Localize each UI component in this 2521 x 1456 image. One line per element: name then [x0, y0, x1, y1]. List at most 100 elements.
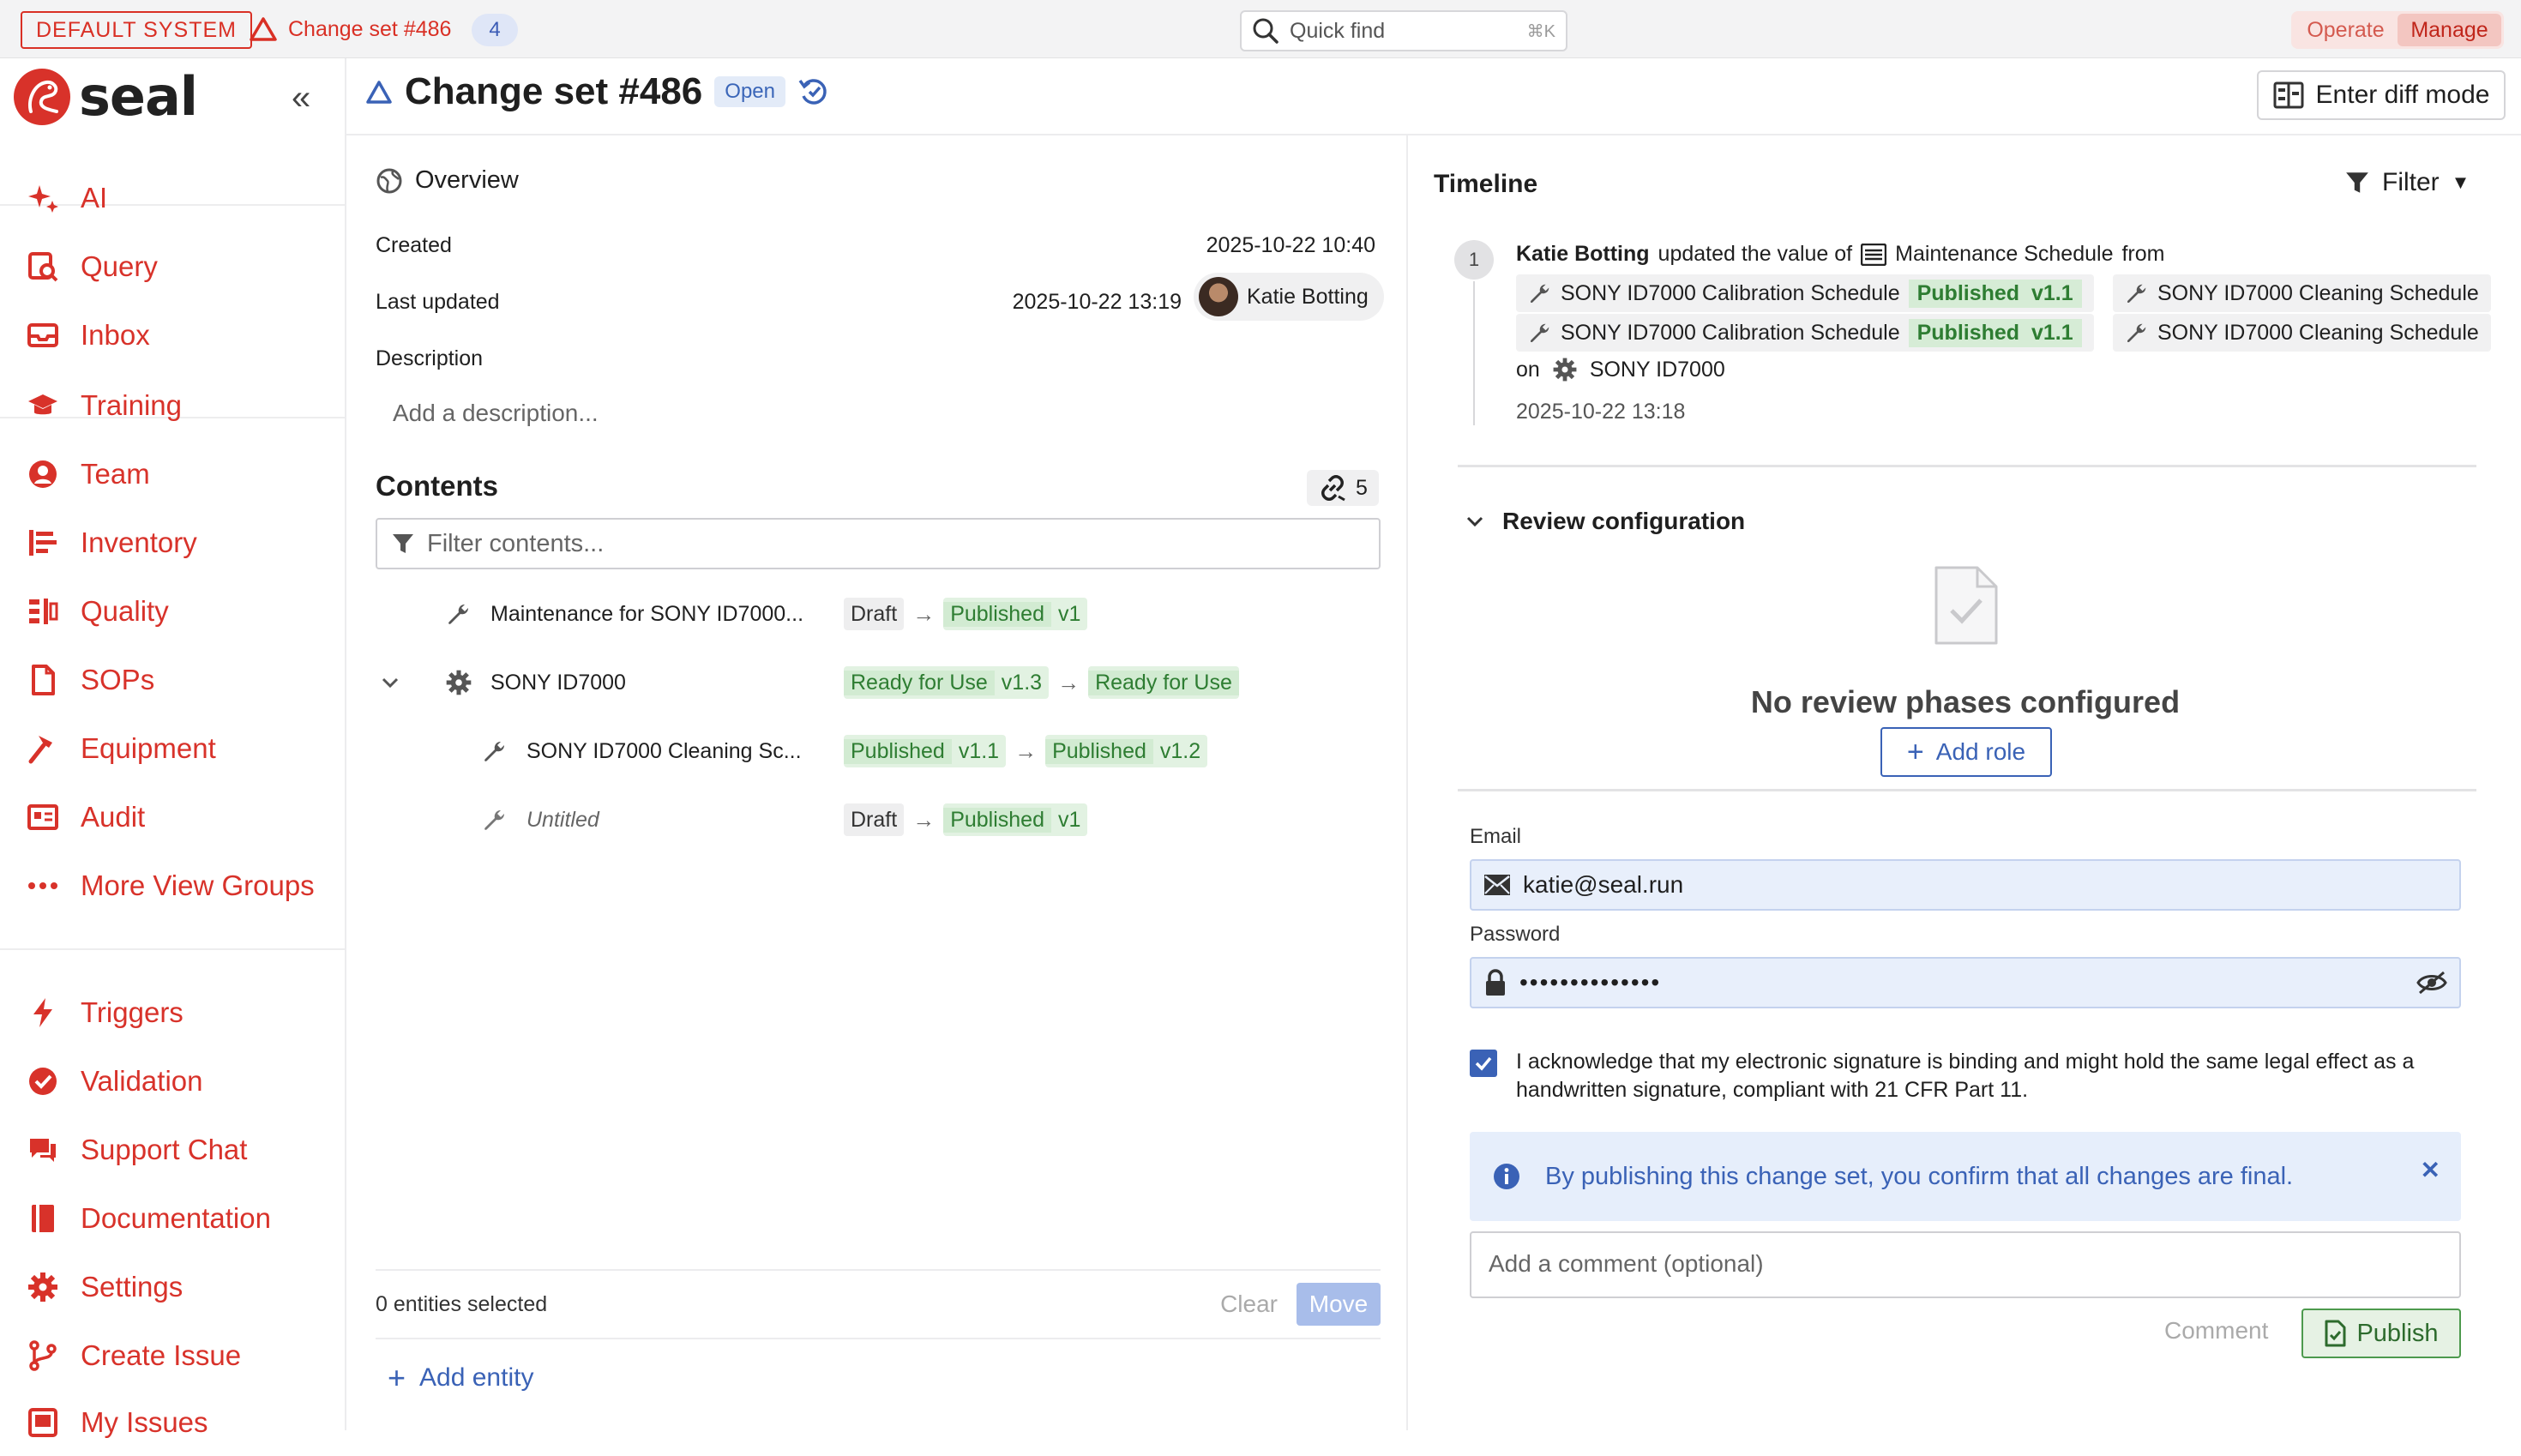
sidebar-item-sops[interactable]: SOPs: [0, 647, 345, 713]
entity-reference[interactable]: SONY ID7000 Calibration Schedule Publish…: [1516, 314, 2094, 352]
empty-document-icon: [1934, 566, 1998, 645]
sidebar-item-ai[interactable]: AI: [0, 165, 345, 232]
enter-diff-mode-button[interactable]: Enter diff mode: [2257, 70, 2506, 120]
check-badge-icon: [26, 1064, 60, 1098]
filter-contents-placeholder: Filter contents...: [427, 529, 605, 557]
sidebar-item-inventory[interactable]: Inventory: [0, 509, 345, 576]
audit-icon: [26, 800, 60, 834]
sidebar-item-triggers[interactable]: Triggers: [0, 979, 345, 1046]
timeline-target-name[interactable]: SONY ID7000: [1590, 358, 1725, 382]
entity-reference[interactable]: SONY ID7000 Cleaning Schedule: [2113, 274, 2491, 312]
filter-contents-input[interactable]: Filter contents...: [376, 518, 1381, 569]
globe-icon: [376, 168, 402, 193]
status-transition: Ready for Use v1.3 → Ready for Use: [844, 666, 1239, 699]
email-field[interactable]: katie@seal.run: [1470, 859, 2461, 911]
sidebar-item-my-issues[interactable]: My Issues: [0, 1389, 345, 1456]
content-row[interactable]: SONY ID7000 Ready for Use v1.3 → Ready fo…: [376, 659, 1381, 707]
sidebar-item-query[interactable]: Query: [0, 233, 345, 300]
linked-entities-badge[interactable]: 5: [1307, 470, 1379, 506]
entity-reference[interactable]: SONY ID7000 Calibration Schedule Publish…: [1516, 274, 2094, 312]
add-entity-label: Add entity: [419, 1363, 534, 1392]
mode-operate[interactable]: Operate: [2294, 14, 2398, 46]
graduation-cap-icon: [26, 388, 60, 423]
history-icon[interactable]: [797, 75, 830, 108]
sidebar-item-inbox[interactable]: Inbox: [0, 302, 345, 369]
to-status: Published: [943, 601, 1051, 627]
timeline-filter-button[interactable]: Filter ▼: [2344, 168, 2470, 197]
content-row[interactable]: Maintenance for SONY ID7000... Draft → P…: [376, 590, 1381, 638]
timeline-action: updated the value of: [1658, 242, 1853, 266]
collapse-sidebar-icon[interactable]: «: [292, 79, 310, 117]
content-row[interactable]: Untitled Draft → Published v1: [376, 796, 1381, 844]
last-updated-value: 2025-10-22 13:19: [1012, 290, 1182, 314]
add-role-button[interactable]: + Add role: [1880, 727, 2052, 777]
plus-icon: +: [388, 1360, 406, 1395]
review-configuration-toggle[interactable]: Review configuration: [1465, 508, 1745, 535]
page-header: Change set #486 Open Enter diff mode: [346, 58, 2521, 135]
sidebar-item-training[interactable]: Training: [0, 372, 345, 439]
updated-by-chip[interactable]: Katie Botting: [1194, 273, 1384, 321]
lightning-icon: [26, 996, 60, 1030]
warning-triangle-icon: [250, 17, 277, 41]
timeline-panel: Timeline Filter ▼ 1 Katie Botting update…: [1410, 135, 2521, 1430]
to-status: Published: [943, 807, 1051, 833]
move-button[interactable]: Move: [1297, 1283, 1381, 1326]
quick-find-input[interactable]: Quick find ⌘K: [1240, 10, 1567, 51]
password-field[interactable]: ••••••••••••••: [1470, 957, 2461, 1008]
close-icon[interactable]: ✕: [2421, 1156, 2440, 1184]
sidebar-item-team[interactable]: Team: [0, 441, 345, 508]
seal-logo[interactable]: seal: [12, 65, 198, 128]
description-label: Description: [376, 346, 484, 370]
sidebar-item-audit[interactable]: Audit: [0, 784, 345, 851]
changeset-indicator[interactable]: Change set #486: [249, 12, 451, 46]
sidebar-item-label: Triggers: [81, 996, 184, 1028]
inbox-icon: [26, 318, 60, 352]
diff-icon: [2273, 81, 2304, 109]
search-icon: [1253, 18, 1279, 44]
comment-button[interactable]: Comment: [2164, 1317, 2268, 1345]
chevron-down-icon[interactable]: [376, 668, 405, 697]
content-name: Maintenance for SONY ID7000...: [490, 601, 804, 626]
timeline-heading: Timeline: [1434, 170, 1538, 198]
timeline-target: on SONY ID7000: [1516, 357, 1725, 382]
overview-title: Overview: [415, 166, 519, 194]
description-input[interactable]: Add a description...: [393, 400, 599, 427]
sidebar-item-label: Create Issue: [81, 1339, 242, 1371]
clear-button[interactable]: Clear: [1220, 1291, 1278, 1318]
sidebar-item-quality[interactable]: Quality: [0, 578, 345, 645]
sidebar-item-equipment[interactable]: Equipment: [0, 715, 345, 782]
sidebar-item-create-issue[interactable]: Create Issue: [0, 1322, 345, 1389]
content-name: SONY ID7000 Cleaning Sc...: [526, 738, 802, 763]
linked-entities-count: 5: [1356, 475, 1368, 500]
changeset-delta-icon: [366, 81, 392, 104]
system-badge[interactable]: DEFAULT SYSTEM: [21, 11, 252, 49]
from-status: Draft: [851, 601, 898, 626]
divider: [1458, 789, 2476, 791]
sidebar-item-label: Support Chat: [81, 1134, 248, 1165]
updated-by-name: Katie Botting: [1247, 284, 1369, 309]
sidebar-item-documentation[interactable]: Documentation: [0, 1185, 345, 1252]
quick-find-placeholder: Quick find: [1290, 18, 1386, 43]
mode-switch: Operate Manage: [2291, 11, 2504, 49]
last-updated-label: Last updated: [376, 290, 500, 314]
sidebar-item-support-chat[interactable]: Support Chat: [0, 1116, 345, 1183]
divider: [1458, 465, 2476, 467]
add-entity-button[interactable]: + Add entity: [388, 1360, 533, 1396]
content-row[interactable]: SONY ID7000 Cleaning Sc... Published v1.1…: [376, 727, 1381, 775]
top-bar: DEFAULT SYSTEM Change set #486 4 Quick f…: [0, 0, 2521, 58]
timeline-actor[interactable]: Katie Botting: [1516, 242, 1650, 267]
mode-manage[interactable]: Manage: [2398, 14, 2501, 46]
publish-button[interactable]: Publish: [2301, 1309, 2461, 1358]
comment-textarea[interactable]: Add a comment (optional): [1470, 1231, 2461, 1298]
selection-count: 0 entities selected: [376, 1291, 548, 1316]
acknowledge-text: I acknowledge that my electronic signatu…: [1516, 1050, 2415, 1102]
sidebar-item-settings[interactable]: Settings: [0, 1254, 345, 1321]
sidebar-item-more-view-groups[interactable]: More View Groups: [0, 852, 345, 919]
document-icon: [26, 663, 60, 697]
entity-reference[interactable]: SONY ID7000 Cleaning Schedule: [2113, 314, 2491, 352]
acknowledge-checkbox[interactable]: [1470, 1050, 1497, 1077]
caret-down-icon: ▼: [2451, 171, 2470, 193]
sidebar-item-validation[interactable]: Validation: [0, 1048, 345, 1115]
arrow-right-icon: →: [1057, 669, 1080, 695]
eye-off-icon[interactable]: [2416, 971, 2447, 995]
